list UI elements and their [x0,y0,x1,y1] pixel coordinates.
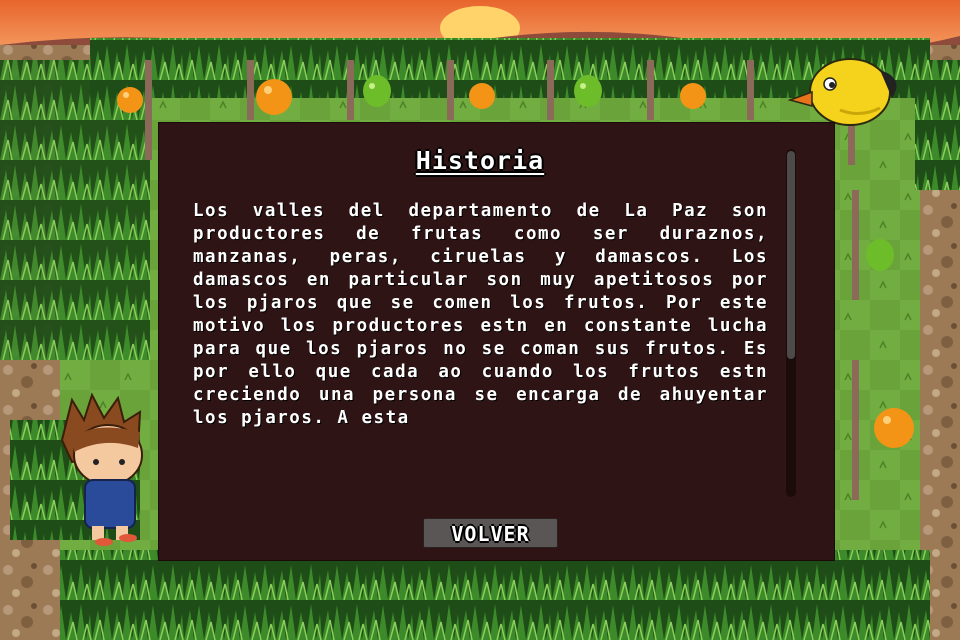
bottom-hedge [60,550,930,640]
scrollbar[interactable] [786,149,796,497]
top-hedge [90,38,930,98]
back-button[interactable]: VOLVER [423,518,558,548]
fruit-orange [256,79,292,115]
fruit-orange [117,87,143,113]
dialog-title: Historia [415,146,545,175]
fruit-green-apple [574,75,602,107]
story-scroll-area[interactable]: Los valles del departamento de La Paz so… [193,200,768,497]
scrollbar-thumb[interactable] [787,151,795,359]
story-text: Los valles del departamento de La Paz so… [193,201,768,428]
fruit-orange [469,83,495,109]
fruit-green-apple [363,75,391,107]
fruit-orange [874,408,914,448]
fruit-orange [680,83,706,109]
fruit-green-apple [866,239,894,271]
